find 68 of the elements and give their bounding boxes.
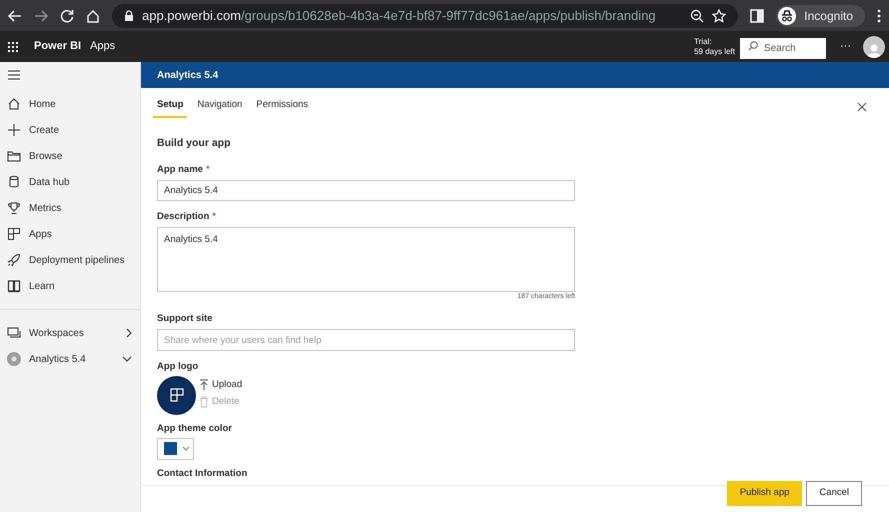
nav-item[interactable]: Create [0, 117, 140, 143]
book-icon [7, 279, 21, 293]
search-field[interactable]: Search [740, 38, 826, 58]
star-icon[interactable] [712, 8, 726, 22]
tab[interactable]: Permissions [252, 98, 312, 118]
rocket-icon [7, 253, 21, 267]
chevron-down-icon [182, 446, 190, 452]
section-heading: Build your app [157, 136, 232, 152]
menu-icon[interactable] [8, 70, 20, 80]
more-options-button[interactable]: ··· [840, 38, 851, 55]
url-text: app.powerbi.com/groups/b10628eb-4b3a-4e7d-bf87-9ff77dc961ae/apps/publish/branding [142, 6, 657, 25]
field-label: App name * [157, 163, 211, 177]
reload-icon[interactable] [60, 8, 74, 22]
field-label: Description * [157, 210, 217, 224]
sidebar-toggle-icon[interactable] [750, 8, 764, 22]
kebab-menu-icon[interactable] [877, 8, 881, 22]
profile-label: Incognito [804, 8, 853, 24]
nav-item[interactable]: Deployment pipelines [0, 247, 140, 273]
input-field[interactable]: Share where your users can find help [157, 329, 575, 352]
zoom-icon[interactable] [690, 8, 704, 22]
apps-icon [170, 388, 184, 402]
upload-button[interactable]: Upload [199, 378, 242, 392]
address-bar[interactable]: app.powerbi.com/groups/b10628eb-4b3a-4e7d-bf87-9ff77dc961ae/apps/publish/branding [112, 4, 738, 28]
nav-item[interactable]: Data hub [0, 169, 140, 195]
cancel-button[interactable]: Cancel [806, 481, 862, 506]
input-field[interactable]: Analytics 5.4 [157, 180, 575, 202]
text-area[interactable]: Analytics 5.4 [157, 226, 575, 292]
nav-item[interactable]: Browse [0, 143, 140, 169]
section-label: Apps [90, 39, 116, 54]
nav-item[interactable]: Metrics [0, 195, 140, 221]
app-launcher-icon[interactable] [8, 42, 18, 52]
tab[interactable]: Navigation [193, 98, 246, 118]
profile-chip[interactable]: Incognito [776, 4, 865, 26]
color-picker[interactable] [157, 438, 194, 460]
upload-icon [199, 378, 209, 391]
delete-button: Delete [199, 394, 242, 409]
publish-button[interactable]: Publish app [726, 481, 802, 506]
folder-icon [7, 149, 21, 163]
trash-icon [199, 396, 209, 408]
monitor-icon [7, 326, 21, 340]
incognito-icon [778, 6, 796, 24]
trial-label: Trial: [694, 36, 713, 46]
close-icon[interactable] [857, 102, 867, 112]
tab[interactable]: Setup [153, 98, 188, 118]
field-label: Support site [157, 312, 214, 326]
nav-item[interactable]: Workspaces [0, 320, 140, 346]
account-avatar[interactable] [863, 36, 885, 58]
nav-item[interactable]: Home [0, 91, 140, 117]
home-icon[interactable] [86, 8, 100, 22]
lock-icon [124, 10, 134, 22]
trial-days: 59 days left [694, 46, 735, 56]
apps-icon [7, 227, 21, 241]
search-icon [748, 40, 758, 50]
database-icon [7, 175, 21, 189]
nav-item[interactable]: Apps [0, 221, 140, 247]
field-label: App theme color [157, 422, 233, 436]
back-icon[interactable] [8, 8, 22, 22]
forward-icon[interactable] [34, 8, 48, 22]
nav-item[interactable]: Analytics 5.4 [0, 346, 140, 372]
section-heading: Contact Information [157, 466, 248, 480]
panel-title: Analytics 5.4 [157, 68, 218, 82]
home-icon [7, 97, 21, 111]
plus-icon [7, 123, 21, 137]
nav-item[interactable]: Learn [0, 273, 140, 299]
brand-name[interactable]: Power BI [34, 38, 82, 55]
trophy-icon [7, 201, 21, 215]
workspace-avatar-icon [7, 352, 21, 366]
field-label: App logo [157, 360, 200, 374]
